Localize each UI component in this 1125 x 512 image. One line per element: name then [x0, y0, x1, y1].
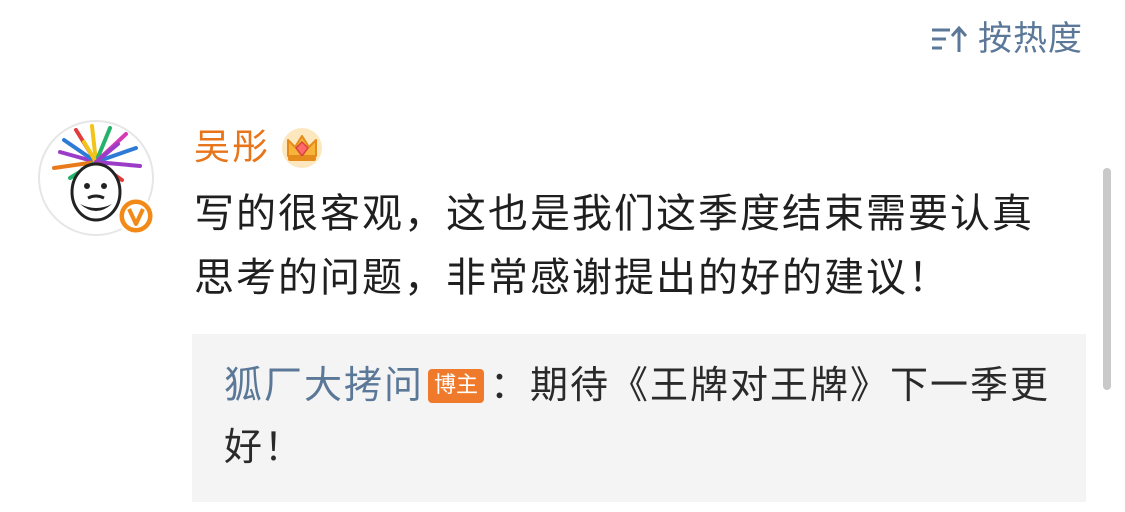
avatar[interactable] [38, 120, 156, 236]
scrollbar[interactable] [1103, 168, 1111, 390]
reply-author[interactable]: 狐厂大拷问 [224, 363, 424, 407]
sort-hot-icon [932, 25, 968, 52]
crown-icon [282, 128, 323, 168]
verified-v-icon [116, 196, 156, 236]
sort-by-hot-button[interactable]: 按热度 [930, 14, 1083, 64]
reply-preview[interactable]: 狐厂大拷问 博主 ：期待《王牌对王牌》下一季更好！ [192, 334, 1086, 502]
sort-label: 按热度 [978, 19, 1083, 59]
comment-text: 写的很客观，这也是我们这季度结束需要认真思考的问题，非常感谢提出的好的建议！ [194, 191, 1034, 301]
blogger-badge: 博主 [428, 369, 485, 403]
username[interactable]: 吴彤 [194, 120, 270, 176]
reply-separator: ： [490, 363, 531, 407]
reply-line: 狐厂大拷问 博主 ：期待《王牌对王牌》下一季更好！ [224, 354, 1056, 478]
